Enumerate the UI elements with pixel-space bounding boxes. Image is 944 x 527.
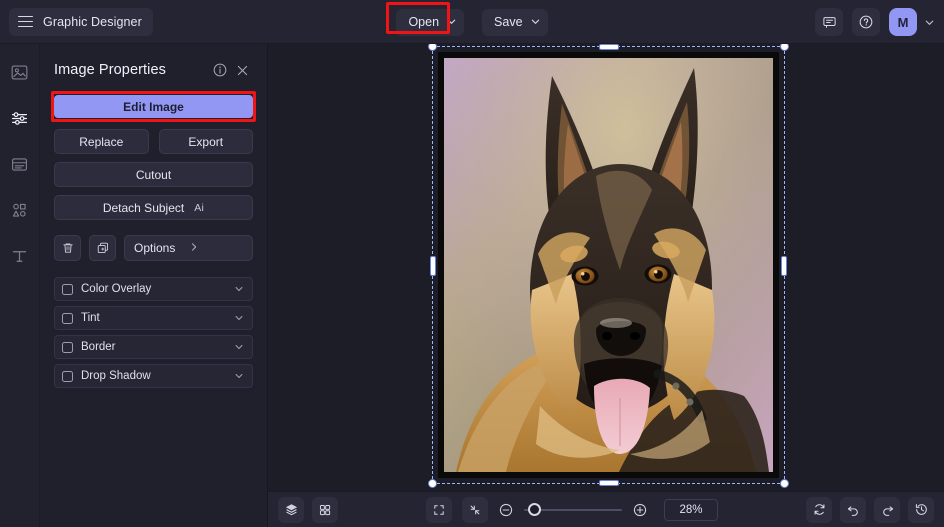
effect-label: Color Overlay (81, 283, 226, 295)
chevron-down-icon[interactable] (234, 284, 244, 294)
app-root: Graphic Designer Open Save (0, 0, 944, 527)
edit-image-button[interactable]: Edit Image (54, 95, 253, 118)
tool-rail (0, 44, 40, 527)
ai-badge: Ai (194, 202, 204, 214)
open-menu-wrapper: Open (396, 9, 464, 36)
shrink-icon[interactable] (462, 497, 488, 523)
rail-item-text[interactable] (6, 242, 34, 270)
chevron-down-icon[interactable] (234, 371, 244, 381)
app-header: Graphic Designer Open Save (0, 0, 944, 44)
export-button[interactable]: Export (159, 129, 254, 154)
comment-icon[interactable] (815, 8, 843, 36)
zoom-controls: 28% (338, 497, 806, 523)
effect-row-drop-shadow[interactable]: Drop Shadow (54, 364, 253, 388)
panel-header: Image Properties (54, 56, 253, 84)
effect-row-border[interactable]: Border (54, 335, 253, 359)
open-button-label: Open (408, 15, 439, 29)
info-circle-icon[interactable] (209, 59, 231, 81)
history-icon[interactable] (908, 497, 934, 523)
bottom-bar-left (278, 497, 338, 523)
detach-subject-label-group: Detach Subject Ai (103, 201, 204, 215)
resize-handle-bottom-left[interactable] (428, 479, 437, 488)
account-chevron-down-icon[interactable] (924, 17, 935, 28)
checkbox-tint[interactable] (62, 313, 73, 324)
checkbox-drop-shadow[interactable] (62, 371, 73, 382)
open-button[interactable]: Open (396, 9, 464, 36)
duplicate-icon[interactable] (89, 235, 116, 261)
rail-item-layout[interactable] (6, 150, 34, 178)
avatar[interactable]: M (889, 8, 917, 36)
resize-handle-top-right[interactable] (780, 44, 789, 51)
undo-icon[interactable] (840, 497, 866, 523)
effect-label: Drop Shadow (81, 370, 226, 382)
help-circle-icon[interactable] (852, 8, 880, 36)
effect-row-color-overlay[interactable]: Color Overlay (54, 277, 253, 301)
effect-row-tint[interactable]: Tint (54, 306, 253, 330)
resize-handle-middle-left[interactable] (430, 256, 436, 276)
resize-handle-top-center[interactable] (599, 44, 619, 50)
detach-subject-label: Detach Subject (103, 201, 184, 215)
header-left: Graphic Designer (0, 8, 153, 36)
effect-label: Tint (81, 312, 226, 324)
refresh-icon[interactable] (806, 497, 832, 523)
save-button[interactable]: Save (482, 9, 548, 36)
trash-icon[interactable] (54, 235, 81, 261)
panel-title: Image Properties (54, 62, 209, 78)
cutout-button[interactable]: Cutout (54, 162, 253, 187)
replace-button[interactable]: Replace (54, 129, 149, 154)
chevron-right-icon (189, 241, 244, 255)
resize-handle-bottom-center[interactable] (599, 480, 619, 486)
detach-subject-button[interactable]: Detach Subject Ai (54, 195, 253, 220)
resize-handle-middle-right[interactable] (781, 256, 787, 276)
header-right: M (815, 0, 935, 44)
rail-item-shapes[interactable] (6, 196, 34, 224)
selection-box[interactable] (432, 46, 785, 484)
app-title: Graphic Designer (43, 15, 142, 29)
zoom-slider[interactable] (524, 503, 622, 517)
save-button-label: Save (494, 15, 523, 29)
checkbox-color-overlay[interactable] (62, 284, 73, 295)
edit-image-wrapper: Edit Image (54, 95, 253, 118)
canvas-area[interactable] (268, 44, 944, 491)
replace-export-row: Replace Export (54, 129, 253, 154)
image-properties-panel: Image Properties Edit Image Replace Expo… (40, 44, 268, 527)
rail-item-image[interactable] (6, 58, 34, 86)
grid-icon[interactable] (312, 497, 338, 523)
app-menu-chip[interactable]: Graphic Designer (9, 8, 153, 36)
fit-screen-icon[interactable] (426, 497, 452, 523)
layers-icon[interactable] (278, 497, 304, 523)
zoom-slider-knob[interactable] (528, 503, 541, 516)
effects-list: Color Overlay Tint Border (54, 277, 253, 388)
options-button[interactable]: Options (124, 235, 253, 261)
hamburger-menu-icon[interactable] (18, 16, 33, 28)
chevron-down-icon[interactable] (234, 313, 244, 323)
close-icon[interactable] (231, 59, 253, 81)
checkbox-border[interactable] (62, 342, 73, 353)
resize-handle-top-left[interactable] (428, 44, 437, 51)
resize-handle-bottom-right[interactable] (780, 479, 789, 488)
zoom-out-icon[interactable] (498, 502, 514, 518)
canvas-bottom-bar: 28% (268, 491, 944, 527)
chevron-down-icon (531, 17, 539, 25)
zoom-in-icon[interactable] (632, 502, 648, 518)
redo-icon[interactable] (874, 497, 900, 523)
options-label: Options (134, 241, 189, 255)
chevron-down-icon (447, 17, 455, 25)
effect-label: Border (81, 341, 226, 353)
bottom-bar-right (806, 497, 934, 523)
rail-item-adjustments[interactable] (6, 104, 34, 132)
chevron-down-icon[interactable] (234, 342, 244, 352)
zoom-level-value[interactable]: 28% (664, 499, 718, 521)
object-actions-row: Options (54, 235, 253, 261)
